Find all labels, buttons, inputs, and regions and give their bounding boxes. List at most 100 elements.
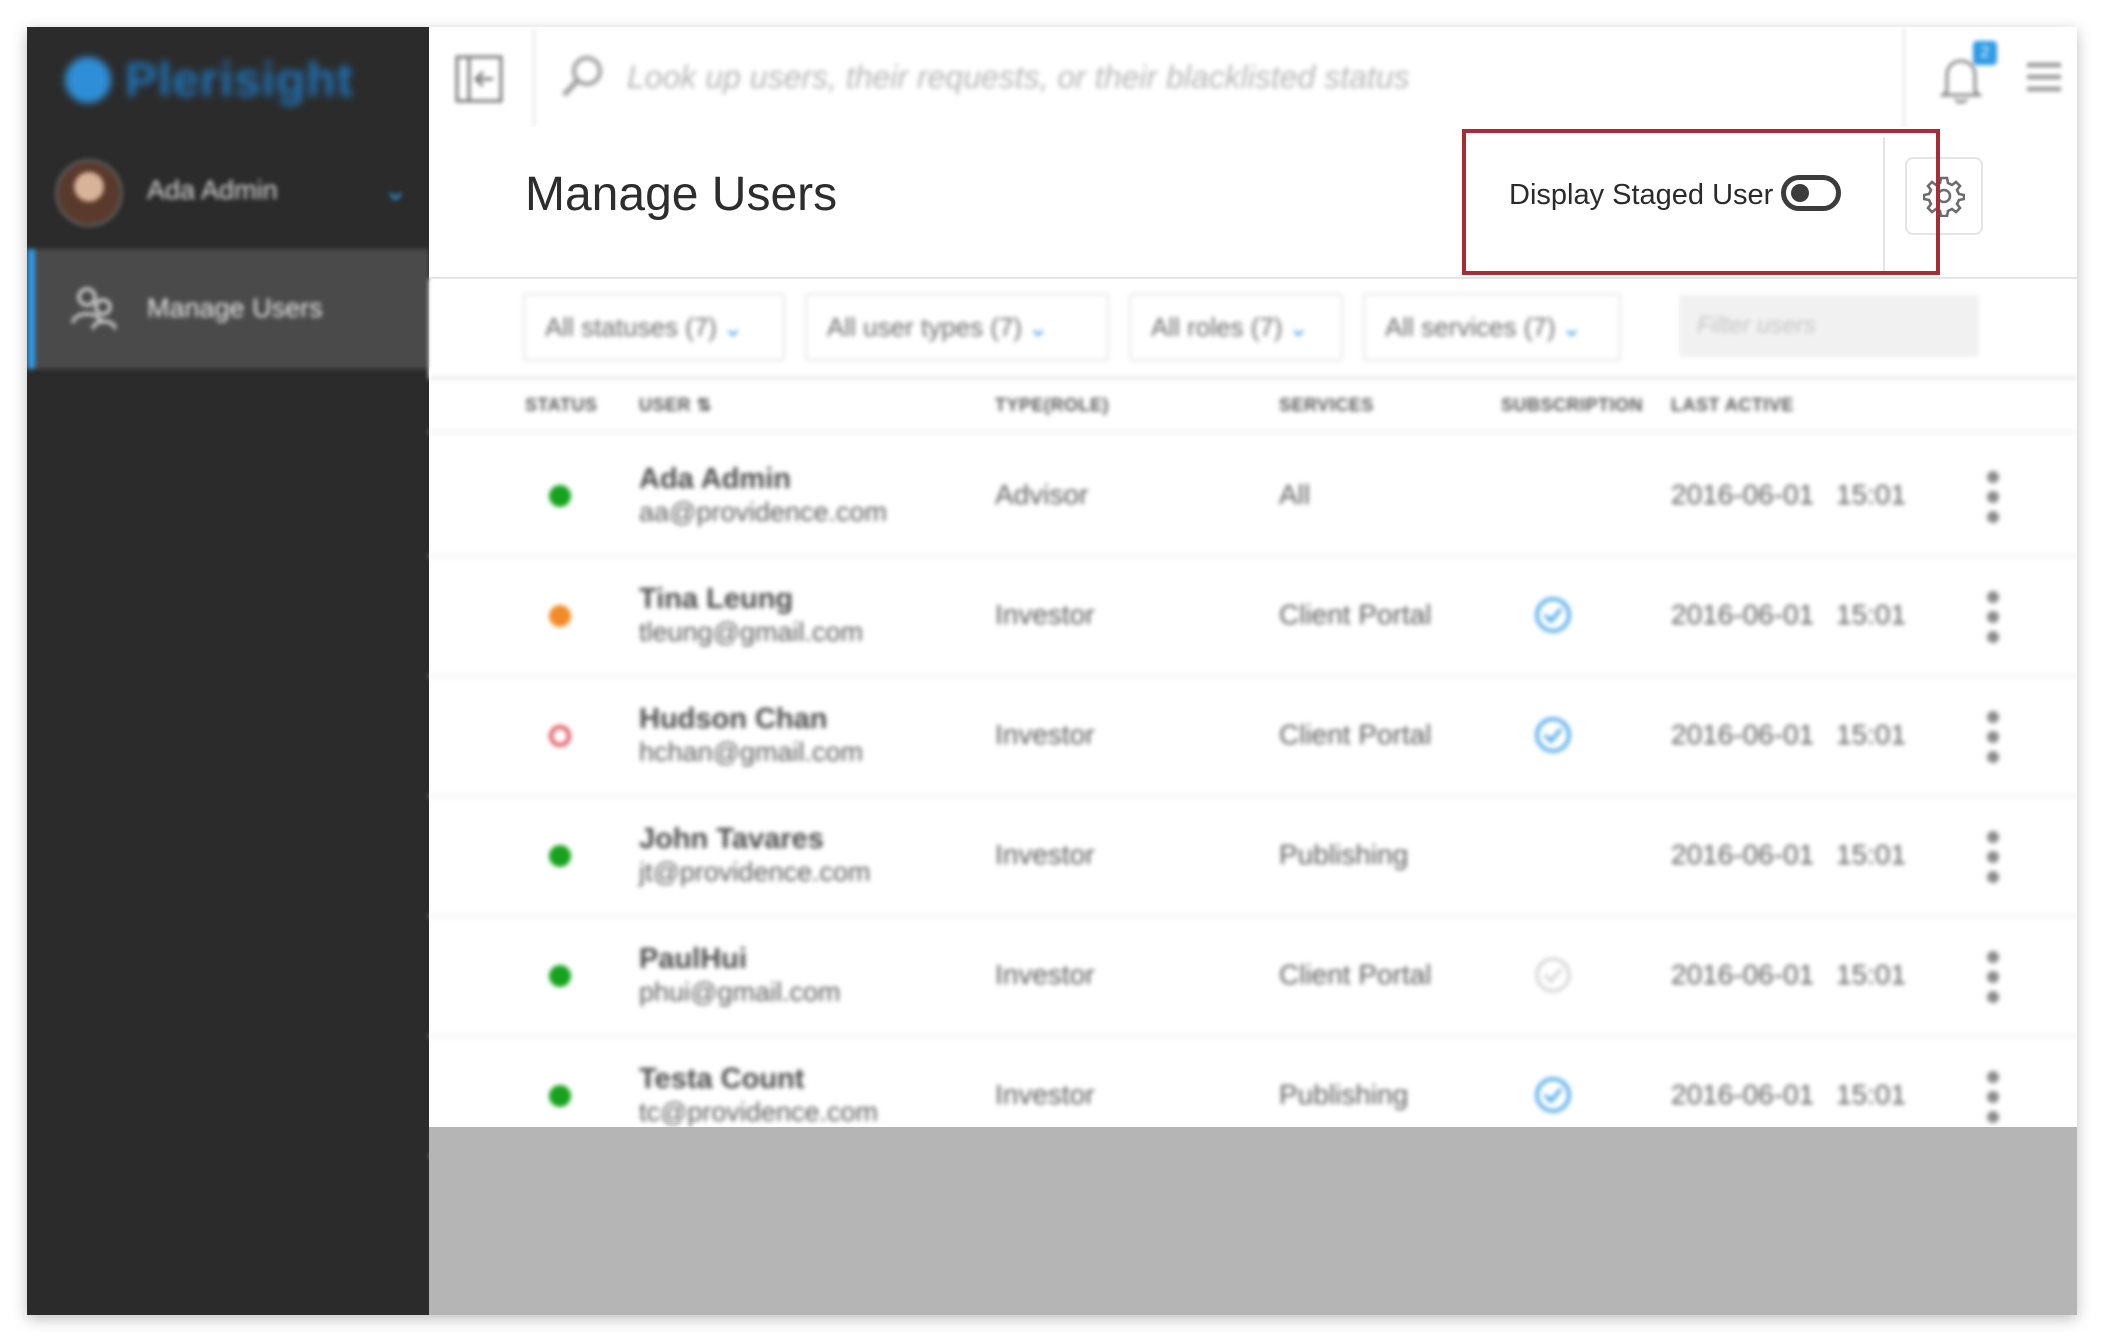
status-filter-dropdown[interactable]: All statuses (7) ⌄	[523, 293, 785, 361]
page-title: Manage Users	[525, 168, 838, 221]
user-email: tleung@gmail.com	[639, 617, 864, 647]
toggle-knob	[1791, 184, 1809, 202]
user-services: All	[1279, 479, 1311, 510]
table-row[interactable]: John Tavares jt@providence.com Investor Pub…	[429, 795, 2077, 917]
services-filter-dropdown[interactable]: All services (7) ⌄	[1363, 293, 1621, 361]
last-active: 2016-06-01 15:01	[1671, 719, 1907, 750]
table-row[interactable]: PaulHui phui@gmail.com Investor Client Port…	[429, 915, 2077, 1037]
user-services: Publishing	[1279, 839, 1409, 870]
user-name[interactable]: Ada Admin	[639, 463, 791, 496]
row-actions-menu-icon[interactable]	[1985, 711, 2001, 763]
display-staged-user-label: Display Staged User	[1509, 179, 1774, 211]
role-filter-dropdown[interactable]: All roles (7) ⌄	[1129, 293, 1343, 361]
user-name[interactable]: Testa Count	[639, 1063, 804, 1096]
user-name: Ada Admin	[147, 175, 278, 205]
sidebar: Plerisight Ada Admin ⌄ Manage Users	[27, 27, 429, 1315]
user-type: Investor	[995, 959, 1095, 990]
user-type: Investor	[995, 599, 1095, 630]
collapse-icon	[455, 55, 503, 103]
users-icon	[71, 287, 117, 330]
user-email: phui@gmail.com	[639, 977, 841, 1007]
user-name[interactable]: Tina Leung	[639, 583, 793, 616]
user-name[interactable]: PaulHui	[639, 943, 747, 976]
status-indicator	[549, 725, 571, 747]
user-email: aa@providence.com	[639, 497, 888, 527]
column-subscription[interactable]: SUBSCRIPTION	[1501, 395, 1643, 416]
table-row[interactable]: Tina Leung tleung@gmail.com Investor Client…	[429, 555, 2077, 677]
sidebar-item-label: Manage Users	[147, 293, 323, 323]
row-actions-menu-icon[interactable]	[1985, 831, 2001, 883]
table-row[interactable]: Hudson Chan hchan@gmail.com Investor Client…	[429, 675, 2077, 797]
status-filter-label: All statuses (7)	[545, 312, 717, 342]
chevron-down-icon: ⌄	[1561, 315, 1582, 342]
column-status[interactable]: STATUS	[525, 395, 597, 416]
sort-icon: ⇅	[696, 395, 713, 415]
user-name[interactable]: Hudson Chan	[639, 703, 828, 736]
subscribed-check-icon	[1535, 597, 1571, 633]
user-services: Client Portal	[1279, 959, 1432, 990]
table-row[interactable]: Ada Admin aa@providence.com Advisor All 2016…	[429, 435, 2077, 557]
chevron-down-icon: ⌄	[722, 315, 744, 342]
search-input[interactable]	[627, 55, 1777, 99]
notification-badge: 2	[1973, 41, 1997, 65]
unsubscribed-check-icon	[1535, 957, 1571, 993]
column-type-role[interactable]: TYPE(ROLE)	[995, 395, 1109, 416]
settings-button[interactable]	[1905, 157, 1983, 235]
column-last-active[interactable]: LAST ACTIVE	[1671, 395, 1794, 416]
column-user[interactable]: USER ⇅	[639, 395, 712, 416]
divider	[1883, 137, 1885, 273]
row-actions-menu-icon[interactable]	[1985, 471, 2001, 523]
last-active: 2016-06-01 15:01	[1671, 959, 1907, 990]
subscribed-check-icon	[1535, 1077, 1571, 1113]
app-window: Plerisight Ada Admin ⌄ Manage Users Look…	[27, 27, 2077, 1315]
user-type-filter-label: All user types (7)	[827, 312, 1023, 342]
services-filter-label: All services (7)	[1385, 312, 1556, 342]
filter-users-input[interactable]	[1679, 295, 1979, 357]
chevron-down-icon[interactable]: ⌄	[383, 173, 408, 208]
collapse-sidebar-button[interactable]	[429, 27, 535, 127]
row-actions-menu-icon[interactable]	[1985, 951, 2001, 1003]
user-type-filter-dropdown[interactable]: All user types (7) ⌄	[805, 293, 1109, 361]
logo-icon	[65, 57, 111, 103]
column-user-label: USER	[639, 395, 692, 415]
chevron-down-icon: ⌄	[1028, 315, 1049, 342]
user-type: Advisor	[995, 479, 1089, 510]
search-icon	[562, 56, 602, 97]
notifications-button[interactable]: 2	[1903, 27, 2025, 127]
user-menu[interactable]: Ada Admin ⌄	[27, 137, 429, 249]
user-type: Investor	[995, 1079, 1095, 1110]
last-active: 2016-06-01 15:01	[1671, 839, 1907, 870]
last-active: 2016-06-01 15:01	[1671, 599, 1907, 630]
display-staged-user-toggle[interactable]	[1781, 175, 1841, 211]
filter-bar: All statuses (7) ⌄ All user types (7) ⌄ Al…	[429, 279, 2077, 379]
user-type: Investor	[995, 719, 1095, 750]
last-active: 2016-06-01 15:01	[1671, 1079, 1907, 1110]
row-actions-menu-icon[interactable]	[1985, 1071, 2001, 1123]
status-indicator	[549, 1085, 571, 1107]
status-indicator	[549, 965, 571, 987]
hamburger-menu-button[interactable]	[2023, 27, 2077, 127]
top-bar: 2	[429, 27, 2077, 129]
user-services: Client Portal	[1279, 719, 1432, 750]
status-indicator	[549, 605, 571, 627]
user-name[interactable]: John Tavares	[639, 823, 824, 856]
status-indicator	[549, 845, 571, 867]
chevron-down-icon: ⌄	[1288, 315, 1309, 342]
role-filter-label: All roles (7)	[1151, 312, 1283, 342]
last-active: 2016-06-01 15:01	[1671, 479, 1907, 510]
empty-area	[429, 1127, 2077, 1315]
avatar	[55, 159, 123, 227]
gear-icon	[1923, 176, 1965, 217]
subscribed-check-icon	[1535, 717, 1571, 753]
user-email: tc@providence.com	[639, 1097, 879, 1127]
status-indicator	[549, 485, 571, 507]
row-actions-menu-icon[interactable]	[1985, 591, 2001, 643]
brand-name: Plerisight	[125, 54, 354, 107]
table-header: STATUS USER ⇅ TYPE(ROLE) SERVICES SUBSCR…	[429, 379, 2077, 433]
sidebar-item-manage-users[interactable]: Manage Users	[27, 249, 429, 369]
page-header: Manage Users Display Staged User	[429, 127, 2077, 279]
user-type: Investor	[995, 839, 1095, 870]
column-services[interactable]: SERVICES	[1279, 395, 1374, 416]
brand-logo: Plerisight	[27, 27, 429, 127]
user-email: jt@providence.com	[639, 857, 871, 887]
